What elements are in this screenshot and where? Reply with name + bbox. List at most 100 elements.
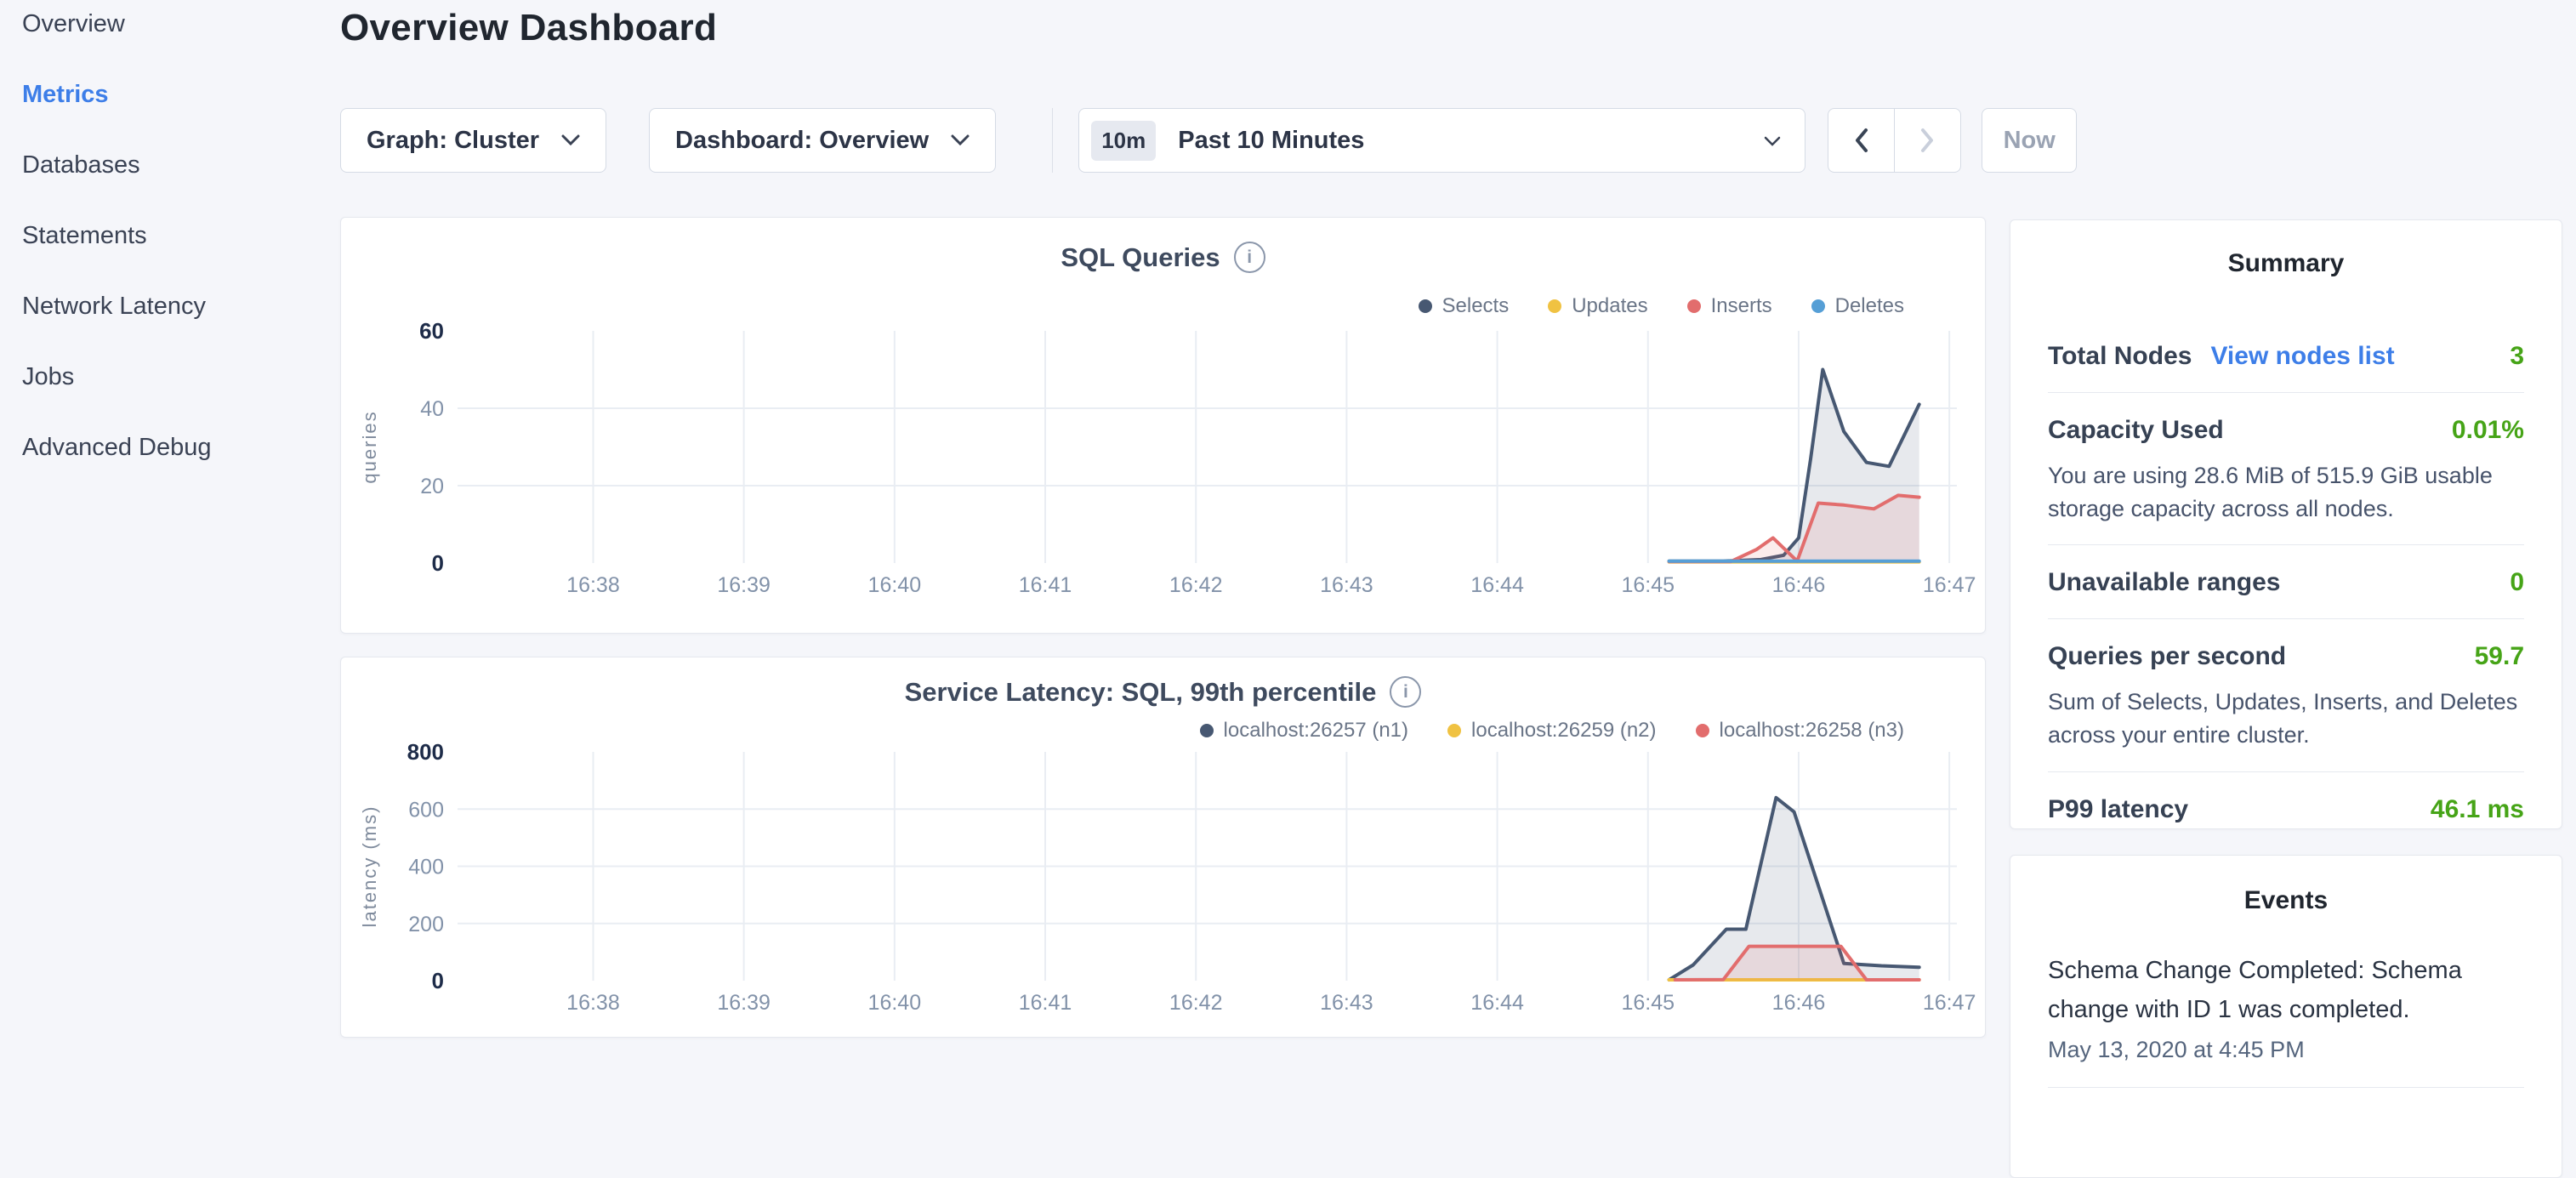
svg-text:16:42: 16:42 [1169,573,1223,597]
legend-dot-icon [1548,299,1561,313]
svg-text:16:47: 16:47 [1923,991,1976,1015]
chart-legend: localhost:26257 (n1) localhost:26259 (n2)… [1200,719,1904,743]
svg-text:16:45: 16:45 [1621,573,1675,597]
legend-dot-icon [1811,299,1825,313]
legend-item: Deletes [1811,294,1904,318]
legend-item: localhost:26259 (n2) [1447,719,1656,743]
svg-text:40: 40 [420,397,444,421]
sidebar-item-statements[interactable]: Statements [22,222,340,249]
svg-text:16:43: 16:43 [1320,991,1373,1015]
svg-text:16:41: 16:41 [1019,991,1072,1015]
summary-row-p99-latency: P99 latency 46.1 ms [2048,772,2524,845]
sidebar-item-overview[interactable]: Overview [22,10,340,37]
legend-label: Selects [1442,294,1510,318]
unavailable-ranges-value: 0 [2510,568,2524,597]
svg-text:0: 0 [432,968,444,993]
queries-per-second-subtext: Sum of Selects, Updates, Inserts, and De… [2048,686,2524,752]
svg-text:16:39: 16:39 [717,991,771,1015]
time-forward-button[interactable] [1894,109,1960,172]
total-nodes-value: 3 [2510,342,2524,371]
svg-text:600: 600 [408,798,444,822]
svg-text:60: 60 [419,318,444,344]
svg-text:16:46: 16:46 [1772,991,1826,1015]
svg-text:0: 0 [432,550,444,576]
svg-text:queries: queries [359,410,380,483]
events-title: Events [2048,886,2524,915]
svg-text:16:44: 16:44 [1470,991,1524,1015]
chevron-down-icon [951,134,970,146]
svg-text:16:43: 16:43 [1320,573,1373,597]
dashboard-dropdown[interactable]: Dashboard: Overview [649,108,996,173]
unavailable-ranges-label: Unavailable ranges [2048,568,2280,597]
total-nodes-label: Total Nodes [2048,342,2192,371]
svg-text:16:41: 16:41 [1019,573,1072,597]
legend-item: Inserts [1687,294,1772,318]
svg-text:latency (ms): latency (ms) [359,805,380,928]
dashboard-dropdown-label: Dashboard: Overview [675,127,929,155]
sidebar-item-databases[interactable]: Databases [22,151,340,179]
time-range-badge: 10m [1091,121,1156,161]
legend-item: Updates [1548,294,1647,318]
svg-text:16:39: 16:39 [717,573,771,597]
events-panel: Events Schema Change Completed: Schema c… [2010,855,2562,1178]
time-range-selector[interactable]: 10m Past 10 Minutes [1078,108,1805,173]
summary-row-total-nodes: Total Nodes View nodes list 3 [2048,319,2524,392]
legend-item: localhost:26257 (n1) [1200,719,1408,743]
service-latency-chart[interactable]: 16:3816:3916:4016:4116:4216:4316:4416:45… [341,657,1987,1039]
graph-dropdown-label: Graph: Cluster [367,127,539,155]
svg-text:16:42: 16:42 [1169,991,1223,1015]
sql-queries-chart[interactable]: 16:38 16:39 16:40 16:41 16:42 16:43 16:44 16:45… [341,218,1987,635]
controls-divider [1052,108,1053,173]
capacity-used-value: 0.01% [2452,416,2524,445]
legend-label: Inserts [1711,294,1772,318]
summary-row-queries-per-second: Queries per second 59.7 [2048,619,2524,692]
view-nodes-list-link[interactable]: View nodes list [2210,342,2394,371]
legend-label: Deletes [1835,294,1904,318]
legend-dot-icon [1687,299,1701,313]
svg-text:16:40: 16:40 [868,573,922,597]
time-step-buttons [1828,108,1961,173]
dashboard-controls: Graph: Cluster Dashboard: Overview 10m P… [340,108,2077,173]
event-item-timestamp: May 13, 2020 at 4:45 PM [2048,1037,2524,1063]
time-back-button[interactable] [1828,109,1894,172]
svg-text:400: 400 [408,856,444,879]
graph-dropdown[interactable]: Graph: Cluster [340,108,606,173]
capacity-used-subtext: You are using 28.6 MiB of 515.9 GiB usab… [2048,459,2524,526]
legend-dot-icon [1200,724,1214,737]
capacity-used-label: Capacity Used [2048,416,2224,445]
legend-dot-icon [1419,299,1432,313]
svg-text:20: 20 [420,475,444,498]
sidebar-item-advanced-debug[interactable]: Advanced Debug [22,434,340,461]
chart-title: SQL Queries [1061,242,1220,273]
legend-label: localhost:26257 (n1) [1224,719,1408,743]
svg-text:16:40: 16:40 [868,991,922,1015]
now-button[interactable]: Now [1982,108,2077,173]
svg-text:16:38: 16:38 [566,991,620,1015]
svg-text:16:38: 16:38 [566,573,620,597]
overview-dashboard-page: { "sidebar": { "items": [ {"label": "Ove… [0,0,2576,1051]
p99-latency-label: P99 latency [2048,795,2188,824]
event-item-text[interactable]: Schema Change Completed: Schema change w… [2048,951,2524,1030]
info-icon[interactable]: i [1390,676,1421,708]
svg-text:16:44: 16:44 [1470,573,1524,597]
info-icon[interactable]: i [1234,242,1265,273]
legend-label: localhost:26258 (n3) [1720,719,1904,743]
sql-queries-chart-card: 16:38 16:39 16:40 16:41 16:42 16:43 16:44 16:45… [340,217,1986,634]
chart-legend: Selects Updates Inserts Deletes [1419,294,1905,318]
chevron-down-icon [1764,136,1781,151]
summary-title: Summary [2048,249,2524,278]
divider [2048,1087,2524,1088]
chart-title: Service Latency: SQL, 99th percentile [905,677,1377,708]
sidebar-item-network-latency[interactable]: Network Latency [22,293,340,320]
time-range-label: Past 10 Minutes [1178,127,1364,155]
page-title: Overview Dashboard [340,7,717,49]
legend-item: Selects [1419,294,1510,318]
summary-row-unavailable-ranges: Unavailable ranges 0 [2048,545,2524,618]
sidebar: Overview Metrics Databases Statements Ne… [0,10,340,504]
svg-text:200: 200 [408,913,444,936]
sidebar-item-metrics[interactable]: Metrics [22,81,340,108]
legend-dot-icon [1696,724,1709,737]
legend-item: localhost:26258 (n3) [1696,719,1904,743]
legend-dot-icon [1447,724,1461,737]
sidebar-item-jobs[interactable]: Jobs [22,363,340,390]
